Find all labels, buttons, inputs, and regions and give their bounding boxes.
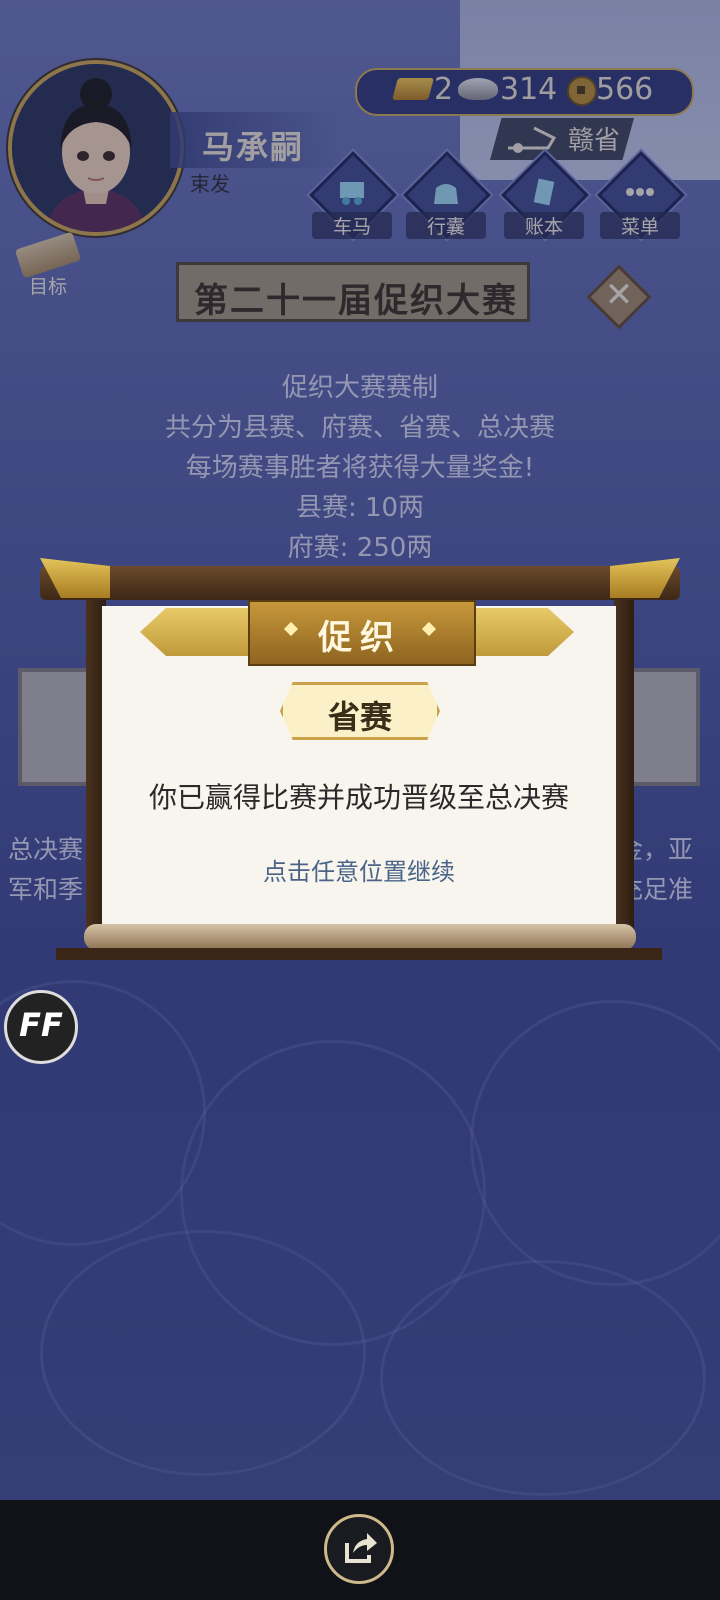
fast-forward-label: FF	[19, 1006, 63, 1044]
share-icon	[345, 1533, 377, 1563]
share-button[interactable]	[324, 1514, 394, 1584]
continue-hint[interactable]: 点击任意位置继续	[102, 852, 616, 887]
dialog-top-beam	[40, 566, 680, 600]
game-scene: 马承嗣 束发 2 314 566 赣省 车马 行囊 账本 菜单 目标 第二十一届…	[0, 0, 720, 1500]
dialog-title: 促织	[318, 618, 402, 658]
dialog-message: 你已赢得比赛并成功晋级至总决赛	[148, 781, 569, 814]
stage-label: 省赛	[327, 698, 392, 736]
dialog-base	[56, 948, 662, 960]
dialog-post-right	[614, 590, 634, 930]
dialog-scroll-roll	[84, 924, 636, 950]
